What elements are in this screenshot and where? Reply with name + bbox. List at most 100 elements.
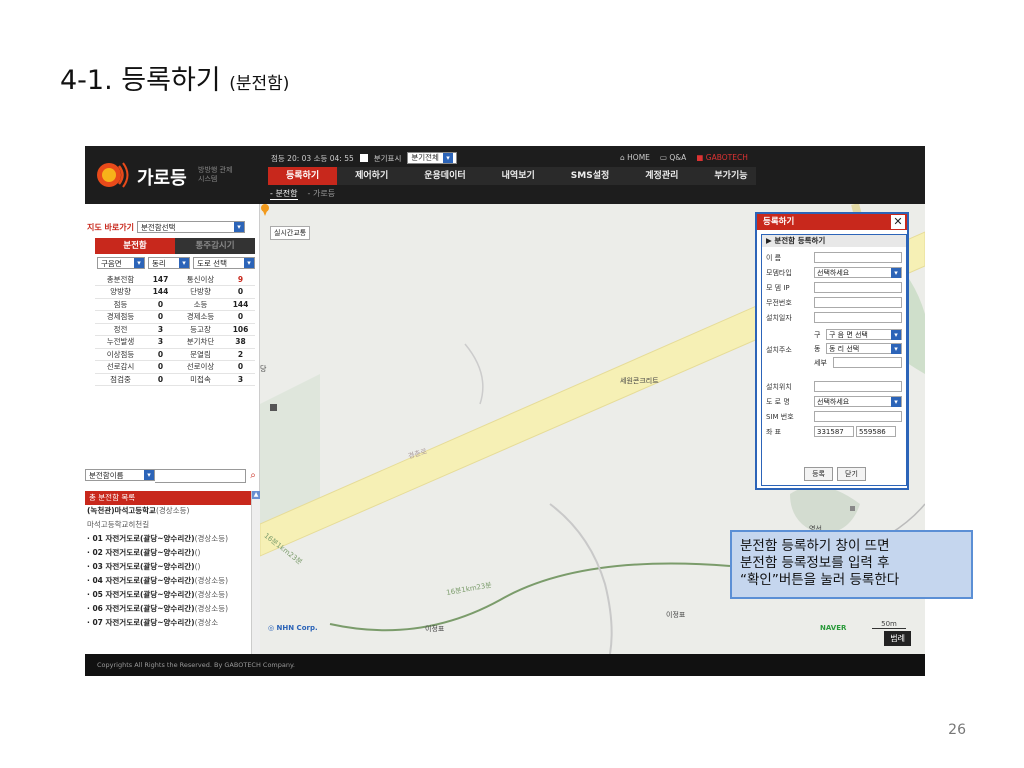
stat-value: 0 (226, 285, 255, 299)
install-date-row: 설치일자 (766, 312, 902, 323)
app-footer: Copyrights All Rights the Reserved. By G… (85, 654, 925, 676)
stat-label: 선로이상 (174, 360, 227, 374)
stat-value: 144 (146, 285, 175, 299)
stat-label: 경제소등 (174, 310, 227, 324)
search-type-select[interactable]: 분전함이름 ▾ (85, 469, 155, 481)
address-dong-row: 동 동 리 선택 ▾ (814, 343, 902, 354)
name-field[interactable] (814, 252, 902, 263)
phone-label: 무전번호 (766, 298, 792, 307)
search-input[interactable] (155, 469, 246, 483)
subtab-distribution-box[interactable]: - 분전함 (270, 188, 298, 200)
register-dialog-title: 등록하기 (757, 214, 907, 230)
subtab-streetlight[interactable]: - 가로등 (308, 188, 336, 200)
tab-control[interactable]: 제어하기 (337, 167, 406, 185)
town-select[interactable]: 구음면 ▾ (97, 257, 145, 269)
stat-label: 미접속 (174, 373, 227, 386)
main-nav: 등록하기 제어하기 운용데이터 내역보기 SMS설정 계정관리 부가기능 (268, 167, 756, 185)
address-label: 설치주소 (766, 346, 792, 354)
install-date-label: 설치일자 (766, 313, 792, 322)
map-provider-text: NHN Corp. (276, 624, 318, 632)
stats-row: 정전 3 등고장 106 (95, 323, 255, 336)
tab-pole-monitor[interactable]: 통주감시기 (175, 238, 255, 254)
stats-row: 점검중 0 미접속 3 (95, 373, 255, 386)
tab-history[interactable]: 내역보기 (484, 167, 553, 185)
realtime-traffic-button[interactable]: 실시간교통 (270, 226, 311, 240)
branch-select[interactable]: 분기전체 ▾ (407, 152, 457, 164)
tab-account[interactable]: 계정관리 (627, 167, 696, 185)
close-button[interactable]: 닫기 (837, 467, 866, 481)
sim-label: SIM 번호 (766, 412, 794, 421)
coord-y-field[interactable]: 559586 (856, 426, 896, 437)
stat-value: 0 (146, 310, 175, 324)
road-name-select[interactable]: 선택하세요 ▾ (814, 396, 902, 407)
stat-label: 등고장 (174, 323, 227, 336)
village-select[interactable]: 동리 ▾ (148, 257, 190, 269)
list-item[interactable]: · 02 자전거도로(괄당~양수리간)() (87, 547, 250, 558)
stat-value: 0 (146, 360, 175, 374)
gabotech-link[interactable]: ■ GABOTECH (696, 153, 748, 162)
road-select-value: 도로 선택 (197, 258, 227, 268)
list-item-detail: () (194, 548, 201, 557)
logo-icon (97, 162, 129, 188)
modem-ip-field[interactable] (814, 282, 902, 293)
tab-sms-settings[interactable]: SMS설정 (553, 167, 627, 185)
stat-label: 경제점등 (95, 310, 147, 324)
stat-label: 점등 (95, 298, 147, 311)
branch-display-checkbox[interactable] (359, 154, 368, 162)
app-header: 가로등 방방행 관제시스템 점등 20: 03 소등 04: 55 분기표시 분… (85, 146, 925, 204)
legend-button[interactable]: 범례 (884, 631, 911, 646)
home-link[interactable]: ⌂ HOME (620, 153, 650, 162)
map-pin-icon[interactable] (260, 204, 270, 216)
slide-title: 4-1. 등록하기 (분전함) (60, 58, 289, 97)
list-item[interactable]: · 01 자전거도로(괄당~양수리간)(경상소등) (87, 533, 250, 544)
list-item[interactable]: · 04 자전거도로(괄당~양수리간)(경상소등) (87, 575, 250, 586)
modem-ip-label: 모 뎀 IP (766, 283, 790, 292)
register-button[interactable]: 등록 (804, 467, 833, 481)
tab-register[interactable]: 등록하기 (268, 167, 338, 185)
address-detail-field[interactable] (833, 357, 902, 368)
phone-row: 무전번호 (766, 297, 902, 308)
phone-field[interactable] (814, 297, 902, 308)
list-item[interactable]: · 06 자전거도로(괄당~양수리간)(경상소등) (87, 603, 250, 614)
road-name-value: 선택하세요 (817, 397, 850, 406)
box-list: (녹천관)마석고등학교(경상소등) 마석고등학교히천길 · 01 자전거도로(괄당~… (85, 505, 250, 676)
list-item[interactable]: · 05 자전거도로(괄당~양수리간)(경상소등) (87, 589, 250, 600)
address-detail-label: 세부 (814, 358, 827, 367)
stat-value: 106 (226, 323, 255, 336)
location-label: 설치위치 (766, 382, 792, 391)
list-scrollbar[interactable]: ▲ ▼ (251, 491, 260, 676)
tab-operation-data[interactable]: 운용데이터 (406, 167, 483, 185)
tab-distribution-box[interactable]: 분전함 (95, 238, 175, 254)
list-item[interactable]: 마석고등학교히천길 (87, 519, 250, 530)
address-gu-select[interactable]: 구 음 면 선택 ▾ (826, 329, 902, 340)
list-item-detail: (경상소 (194, 618, 219, 627)
stat-value: 0 (146, 373, 175, 386)
chevron-down-icon: ▾ (442, 153, 453, 163)
list-item[interactable]: (녹천관)마석고등학교(경상소등) (87, 505, 250, 516)
coord-x-field[interactable]: 331587 (814, 426, 854, 437)
sim-field[interactable] (814, 411, 902, 422)
address-gu-label: 구 (814, 330, 821, 339)
address-dong-select[interactable]: 동 리 선택 ▾ (826, 343, 902, 354)
road-select[interactable]: 도로 선택 ▾ (193, 257, 255, 269)
modem-type-label: 모뎀타입 (766, 268, 792, 277)
list-item[interactable]: · 07 자전거도로(괄당~양수리간)(경상소 (87, 617, 250, 628)
location-row: 설치위치 (766, 381, 902, 392)
stat-value: 38 (226, 335, 255, 349)
tab-extras[interactable]: 부가기능 (696, 167, 765, 185)
stat-value: 0 (226, 360, 255, 374)
location-field[interactable] (814, 381, 902, 392)
address-dong-label: 동 (814, 344, 821, 353)
map-jump-row: 지도 바로가기 분전함선택 ▾ (85, 220, 260, 234)
address-row: 설치주소 구 구 음 면 선택 ▾ 동 동 리 선택 ▾ 세부 (766, 329, 902, 368)
close-icon[interactable]: ✕ (891, 215, 905, 229)
list-item[interactable]: · 03 자전거도로(괄당~양수리간)() (87, 561, 250, 572)
search-icon[interactable]: ⌕ (246, 469, 260, 483)
map-jump-select[interactable]: 분전함선택 ▾ (136, 221, 245, 233)
modem-type-select[interactable]: 선택하세요 ▾ (814, 267, 902, 278)
map-label-milestone: 이정표 (425, 625, 445, 633)
install-date-field[interactable] (814, 312, 902, 323)
qna-link[interactable]: ▭ Q&A (660, 153, 686, 162)
stat-label: 이상점등 (95, 348, 147, 361)
scroll-up-icon[interactable]: ▲ (252, 491, 260, 499)
